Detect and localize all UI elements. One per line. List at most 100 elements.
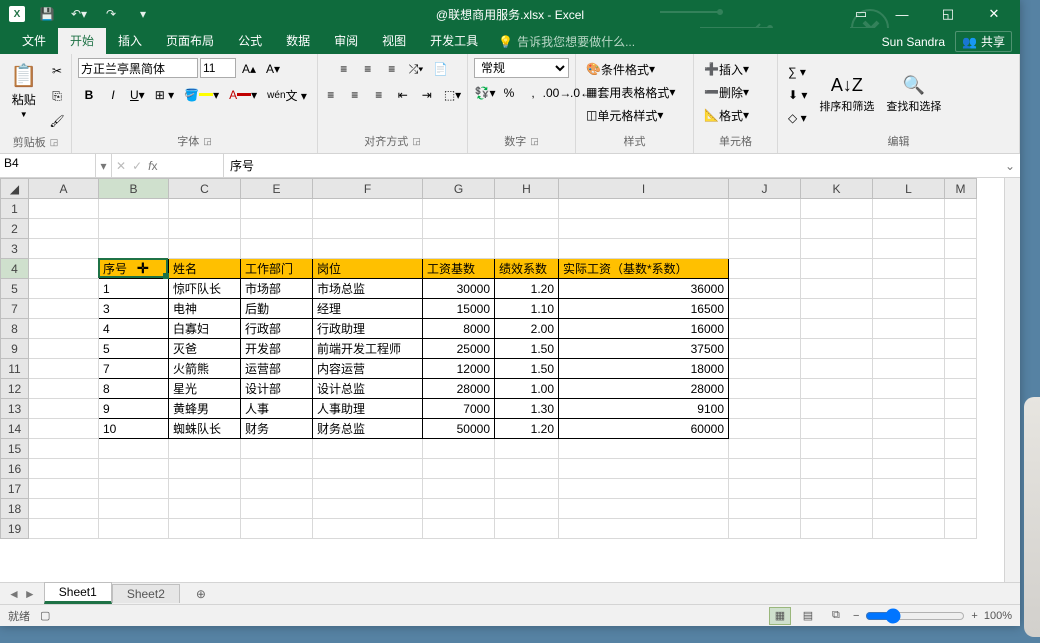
align-left-button[interactable]: ≡ [320, 84, 342, 106]
qat-customize[interactable]: ▾ [130, 3, 156, 25]
cell-E14[interactable]: 财务 [241, 419, 313, 439]
cell-K16[interactable] [801, 459, 873, 479]
fx-button[interactable]: fx [148, 159, 157, 173]
cell-B15[interactable] [99, 439, 169, 459]
cell-C11[interactable]: 火箭熊 [169, 359, 241, 379]
cell-B16[interactable] [99, 459, 169, 479]
cell-H7[interactable]: 1.10 [495, 299, 559, 319]
autosum-button[interactable]: ∑ ▾ [784, 61, 810, 83]
cell-M8[interactable] [945, 319, 977, 339]
row-header-5[interactable]: 5 [1, 279, 29, 299]
merge-button[interactable]: ⬚▾ [440, 84, 465, 106]
cell-L19[interactable] [873, 519, 945, 539]
cell-A15[interactable] [29, 439, 99, 459]
cell-G7[interactable]: 15000 [423, 299, 495, 319]
cell-C16[interactable] [169, 459, 241, 479]
cell-B19[interactable] [99, 519, 169, 539]
cell-L1[interactable] [873, 199, 945, 219]
cell-G8[interactable]: 8000 [423, 319, 495, 339]
restore-button[interactable]: ◱ [926, 0, 970, 28]
cell-B11[interactable]: 7 [99, 359, 169, 379]
cell-B17[interactable] [99, 479, 169, 499]
user-name[interactable]: Sun Sandra [882, 35, 945, 49]
paste-button[interactable]: 📋 粘贴▼ [6, 58, 41, 124]
cell-C19[interactable] [169, 519, 241, 539]
decrease-indent-button[interactable]: ⇤ [392, 84, 414, 106]
cell-I1[interactable] [559, 199, 729, 219]
clear-button[interactable]: ◇ ▾ [784, 107, 811, 129]
cell-K11[interactable] [801, 359, 873, 379]
cell-styles-button[interactable]: ◫ 单元格样式 ▾ [582, 104, 687, 126]
cell-G17[interactable] [423, 479, 495, 499]
add-sheet-button[interactable]: ⊕ [190, 587, 212, 601]
cell-E8[interactable]: 行政部 [241, 319, 313, 339]
cell-L16[interactable] [873, 459, 945, 479]
cell-M19[interactable] [945, 519, 977, 539]
tab-data[interactable]: 数据 [274, 28, 322, 54]
tell-me-search[interactable]: 💡告诉我您想要做什么... [490, 29, 643, 54]
format-cells-button[interactable]: 📐 格式 ▾ [700, 104, 771, 126]
cell-M3[interactable] [945, 239, 977, 259]
cell-G11[interactable]: 12000 [423, 359, 495, 379]
row-header-13[interactable]: 13 [1, 399, 29, 419]
cell-K18[interactable] [801, 499, 873, 519]
row-header-9[interactable]: 9 [1, 339, 29, 359]
cell-L5[interactable] [873, 279, 945, 299]
cell-H1[interactable] [495, 199, 559, 219]
cell-E9[interactable]: 开发部 [241, 339, 313, 359]
cell-H14[interactable]: 1.20 [495, 419, 559, 439]
row-header-12[interactable]: 12 [1, 379, 29, 399]
cell-J16[interactable] [729, 459, 801, 479]
font-color-button[interactable]: A ▾ [225, 84, 261, 106]
cell-A4[interactable] [29, 259, 99, 279]
cell-I18[interactable] [559, 499, 729, 519]
view-page-layout-button[interactable]: ▤ [797, 607, 819, 625]
minimize-button[interactable]: — [880, 0, 924, 28]
cell-E18[interactable] [241, 499, 313, 519]
cell-C15[interactable] [169, 439, 241, 459]
cell-F15[interactable] [313, 439, 423, 459]
number-format-select[interactable]: 常规 [474, 58, 569, 78]
border-button[interactable]: ⊞ ▾ [151, 84, 178, 106]
select-all-corner[interactable]: ◢ [1, 179, 29, 199]
column-header-F[interactable]: F [313, 179, 423, 199]
cell-E16[interactable] [241, 459, 313, 479]
tab-formulas[interactable]: 公式 [226, 28, 274, 54]
column-header-C[interactable]: C [169, 179, 241, 199]
cell-F8[interactable]: 行政助理 [313, 319, 423, 339]
cell-J15[interactable] [729, 439, 801, 459]
cell-A18[interactable] [29, 499, 99, 519]
row-header-11[interactable]: 11 [1, 359, 29, 379]
align-bottom-button[interactable]: ≡ [381, 58, 403, 80]
tab-home[interactable]: 开始 [58, 28, 106, 54]
cell-M12[interactable] [945, 379, 977, 399]
cell-C5[interactable]: 惊吓队长 [169, 279, 241, 299]
cell-F3[interactable] [313, 239, 423, 259]
cell-G1[interactable] [423, 199, 495, 219]
cell-L11[interactable] [873, 359, 945, 379]
sort-filter-button[interactable]: A↓Z 排序和筛选 [815, 62, 878, 128]
cell-L3[interactable] [873, 239, 945, 259]
cell-A9[interactable] [29, 339, 99, 359]
cell-C8[interactable]: 白寡妇 [169, 319, 241, 339]
cell-F7[interactable]: 经理 [313, 299, 423, 319]
cell-J12[interactable] [729, 379, 801, 399]
cell-M11[interactable] [945, 359, 977, 379]
enter-formula-button[interactable]: ✓ [132, 159, 142, 173]
cut-button[interactable]: ✂ [46, 60, 68, 82]
accounting-format-button[interactable]: 💱▾ [474, 82, 496, 104]
cell-F14[interactable]: 财务总监 [313, 419, 423, 439]
cell-H16[interactable] [495, 459, 559, 479]
conditional-format-button[interactable]: 🎨 条件格式 ▾ [582, 58, 687, 80]
cell-I11[interactable]: 18000 [559, 359, 729, 379]
cell-H9[interactable]: 1.50 [495, 339, 559, 359]
font-dialog-launcher[interactable]: ◲ [203, 136, 212, 147]
cell-K5[interactable] [801, 279, 873, 299]
cell-E7[interactable]: 后勤 [241, 299, 313, 319]
font-size-input[interactable] [200, 58, 236, 78]
cell-I15[interactable] [559, 439, 729, 459]
cell-B4[interactable]: 序号 [99, 259, 169, 279]
cell-L7[interactable] [873, 299, 945, 319]
formula-bar-input[interactable]: 序号 [224, 154, 1000, 177]
sheet-tab-2[interactable]: Sheet2 [112, 584, 180, 603]
